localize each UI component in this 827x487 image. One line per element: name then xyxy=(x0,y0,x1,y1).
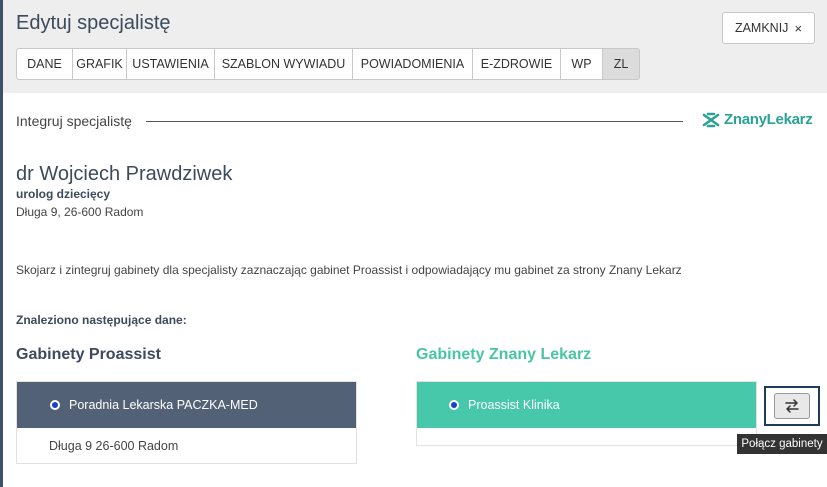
tab-szablon-wywiadu[interactable]: SZABLON WYWIADU xyxy=(215,49,353,79)
header: Edytuj specjalistę ZAMKNIJ × DANE GRAFIK… xyxy=(3,0,827,93)
proassist-clinic-name: Poradnia Lekarska PACZKA-MED xyxy=(69,398,258,412)
doctor-name: dr Wojciech Prawdziwek xyxy=(16,163,233,185)
connect-clinics-focus-ring xyxy=(764,386,820,426)
znanylekarz-column-title: Gabinety Znany Lekarz xyxy=(416,346,592,363)
swap-arrows-icon xyxy=(785,399,799,413)
znanylekarz-logo-text: ZnanyLekarz xyxy=(724,111,813,128)
tab-zl[interactable]: ZL xyxy=(603,49,639,79)
connect-clinics-tooltip: Połącz gabinety xyxy=(737,434,827,454)
close-button-label: ZAMKNIJ xyxy=(734,21,789,35)
tab-dane[interactable]: DANE xyxy=(17,49,73,79)
znanylekarz-logo: ZnanyLekarz xyxy=(702,111,813,128)
znanylekarz-clinic-radio[interactable] xyxy=(449,400,459,410)
proassist-clinic-card[interactable]: Poradnia Lekarska PACZKA-MED Długa 9 26-… xyxy=(16,381,357,464)
znanylekarz-clinic-header[interactable]: Proassist Klinika xyxy=(417,382,756,428)
proassist-column-title: Gabinety Proassist xyxy=(16,346,161,363)
tab-ustawienia[interactable]: USTAWIENIA xyxy=(127,49,215,79)
proassist-clinic-radio[interactable] xyxy=(50,400,60,410)
znanylekarz-clinic-card[interactable]: Proassist Klinika xyxy=(416,381,757,446)
tab-e-zdrowie[interactable]: E-ZDROWIE xyxy=(473,49,561,79)
doctor-specialty: urolog dziecięcy xyxy=(16,187,111,201)
section-divider xyxy=(146,121,683,122)
close-button[interactable]: ZAMKNIJ × xyxy=(722,12,815,44)
instruction-text: Skojarz i zintegruj gabinety dla specjal… xyxy=(16,263,682,277)
close-icon: × xyxy=(794,20,803,36)
tab-grafik[interactable]: GRAFIK xyxy=(73,49,127,79)
znanylekarz-clinic-name: Proassist Klinika xyxy=(468,398,560,412)
tab-powiadomienia[interactable]: POWIADOMIENIA xyxy=(353,49,473,79)
proassist-clinic-address: Długa 9 26-600 Radom xyxy=(49,439,179,453)
tab-bar: DANE GRAFIK USTAWIENIA SZABLON WYWIADU P… xyxy=(16,48,640,80)
page-title: Edytuj specjalistę xyxy=(16,12,171,34)
proassist-clinic-header[interactable]: Poradnia Lekarska PACZKA-MED xyxy=(17,382,356,428)
found-label: Znaleziono następujące dane: xyxy=(16,313,187,327)
tab-wp[interactable]: WP xyxy=(561,49,603,79)
connect-clinics-button[interactable] xyxy=(774,393,810,419)
doctor-address: Długa 9, 26-600 Radom xyxy=(16,205,144,219)
znanylekarz-logo-icon xyxy=(702,112,720,127)
section-title: Integruj specjalistę xyxy=(16,113,132,129)
